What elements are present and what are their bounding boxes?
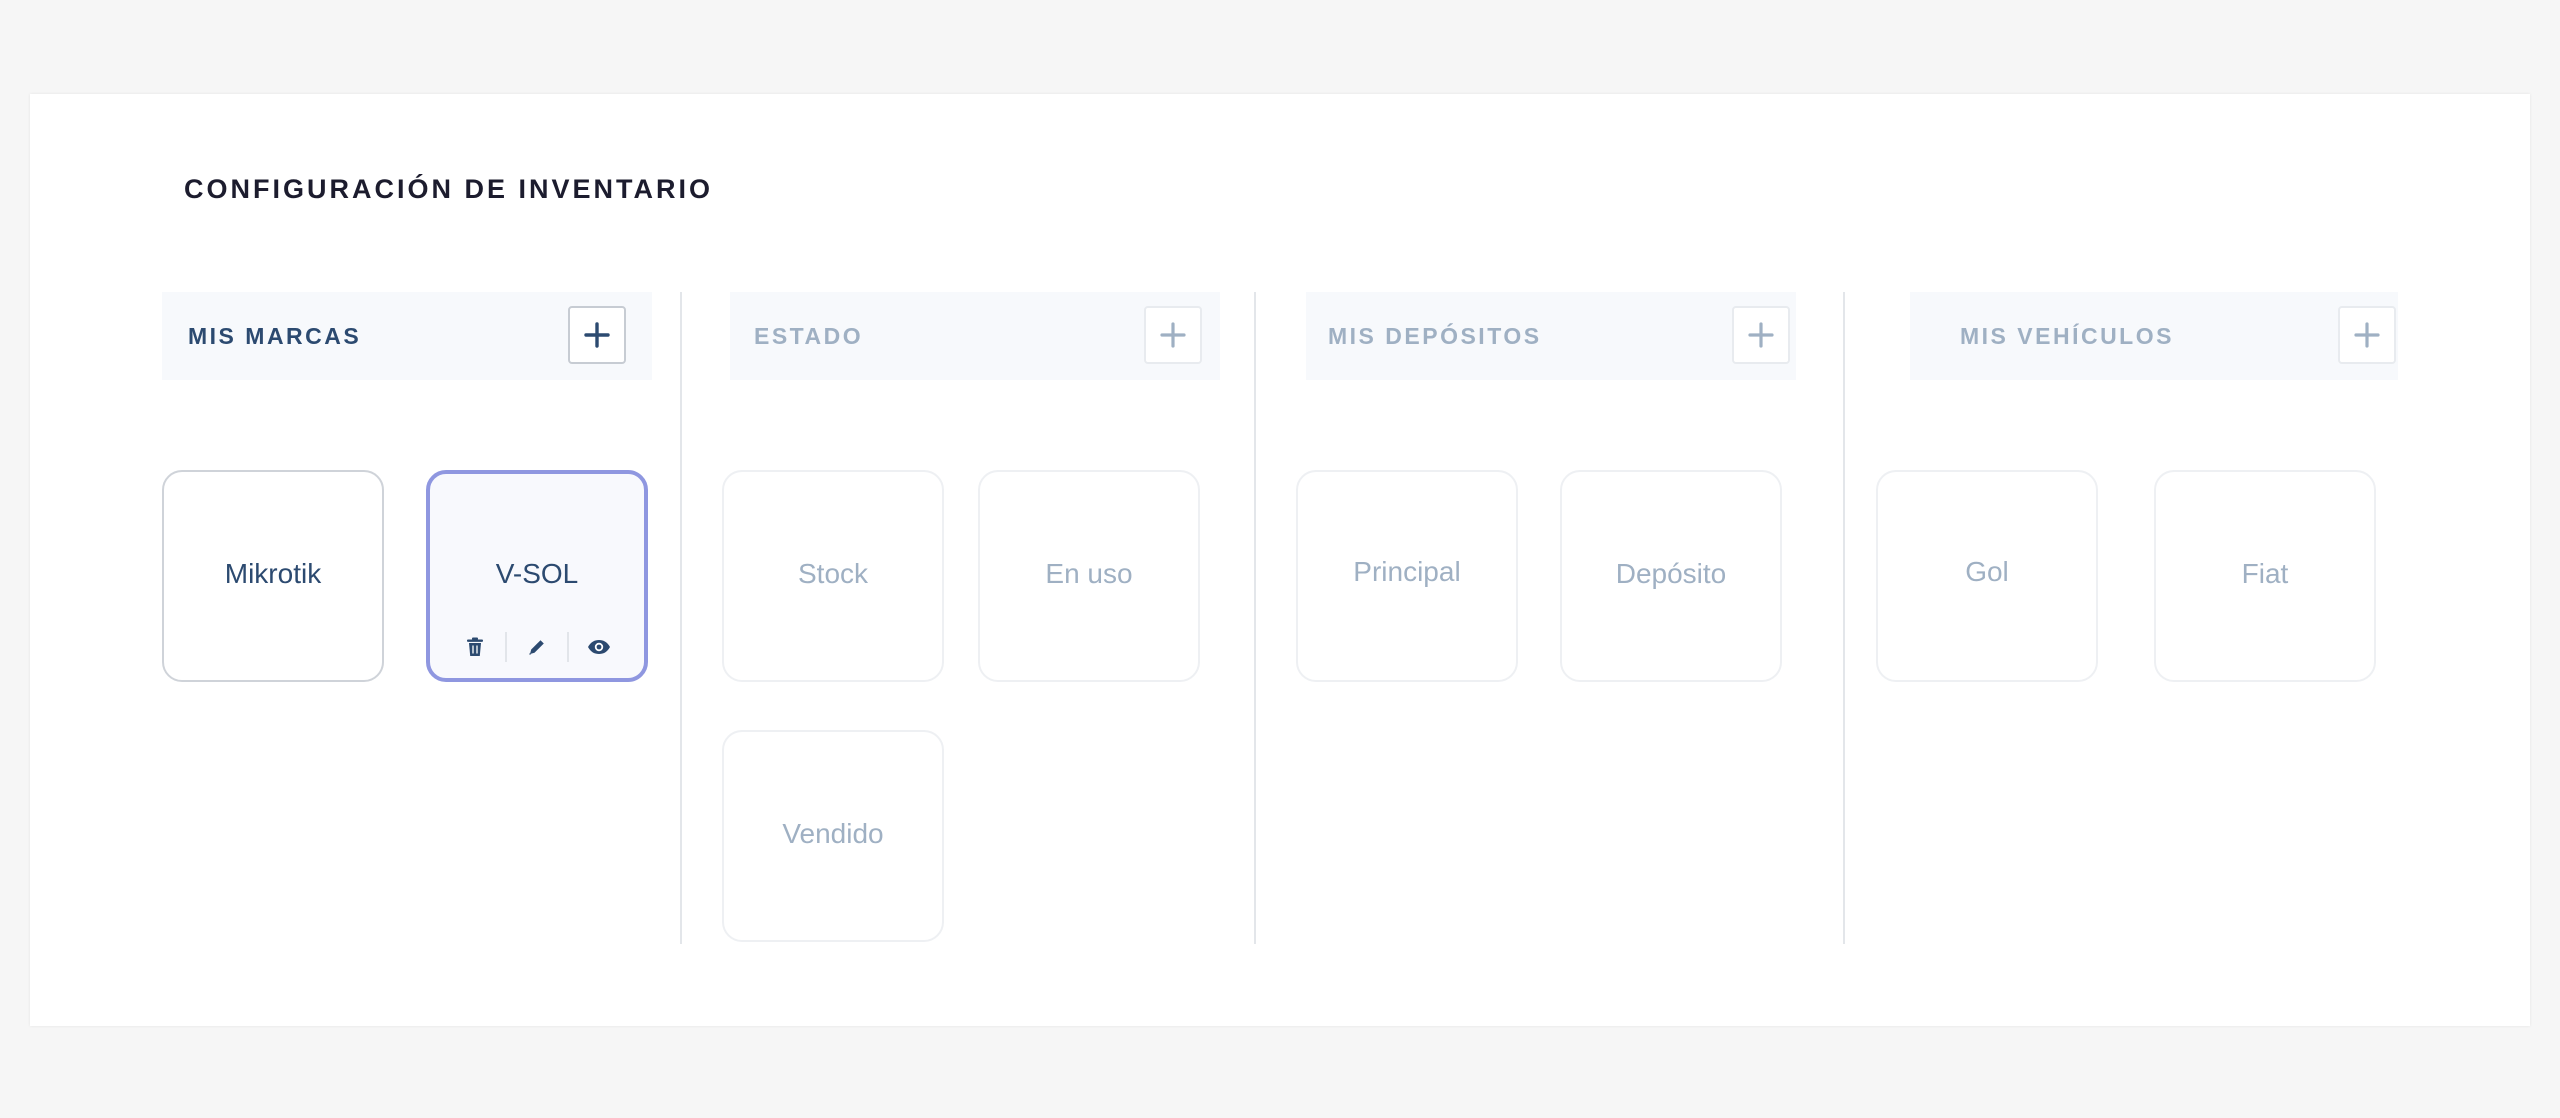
add-deposito-button[interactable] [1732,306,1790,364]
trash-icon [467,637,483,656]
card-label: En uso [1045,558,1133,589]
column-header-marcas: MIS MARCAS [162,292,652,380]
card-mikrotik[interactable]: Mikrotik [162,470,384,682]
column-title-vehiculos: MIS VEHÍCULOS [1960,323,2174,349]
card-label: Stock [797,558,869,589]
card-actions [430,630,644,664]
card-fiat[interactable]: Fiat [2154,470,2376,682]
plus-icon [584,322,610,348]
column-title-marcas: MIS MARCAS [188,323,362,349]
column-divider [680,292,682,944]
card-deposito[interactable]: Depósito [1560,470,1782,682]
card-label: Principal [1353,556,1461,587]
add-estado-button[interactable] [1144,306,1202,364]
column-title-estado: ESTADO [754,323,864,349]
card-label: Mikrotik [224,558,322,589]
delete-button[interactable] [445,630,505,664]
add-vehiculo-button[interactable] [2338,306,2396,364]
card-label: Fiat [2241,558,2289,589]
card-gol[interactable]: Gol [1876,470,2098,682]
eye-icon [588,640,610,654]
page-title: CONFIGURACIÓN DE INVENTARIO [184,174,714,204]
add-marca-button[interactable] [568,306,626,364]
pencil-icon [529,640,544,655]
view-button[interactable] [569,630,629,664]
plus-icon [1748,322,1774,348]
card-en-uso[interactable]: En uso [978,470,1200,682]
card-label: Vendido [782,818,884,849]
card-label: Gol [1965,556,2009,587]
column-title-depositos: MIS DEPÓSITOS [1328,323,1542,349]
edit-button[interactable] [507,630,567,664]
plus-icon [2354,322,2380,348]
card-stock[interactable]: Stock [722,470,944,682]
column-header-depositos: MIS DEPÓSITOS [1306,292,1796,380]
plus-icon [1160,322,1186,348]
card-principal[interactable]: Principal [1296,470,1518,682]
column-divider [1843,292,1845,944]
column-header-estado: ESTADO [730,292,1220,380]
card-label: V-SOL [495,558,579,589]
card-label: Depósito [1615,558,1727,589]
column-divider [1254,292,1256,944]
column-header-vehiculos: MIS VEHÍCULOS [1910,292,2398,380]
card-v-sol[interactable]: V-SOL [426,470,648,682]
card-vendido[interactable]: Vendido [722,730,944,942]
